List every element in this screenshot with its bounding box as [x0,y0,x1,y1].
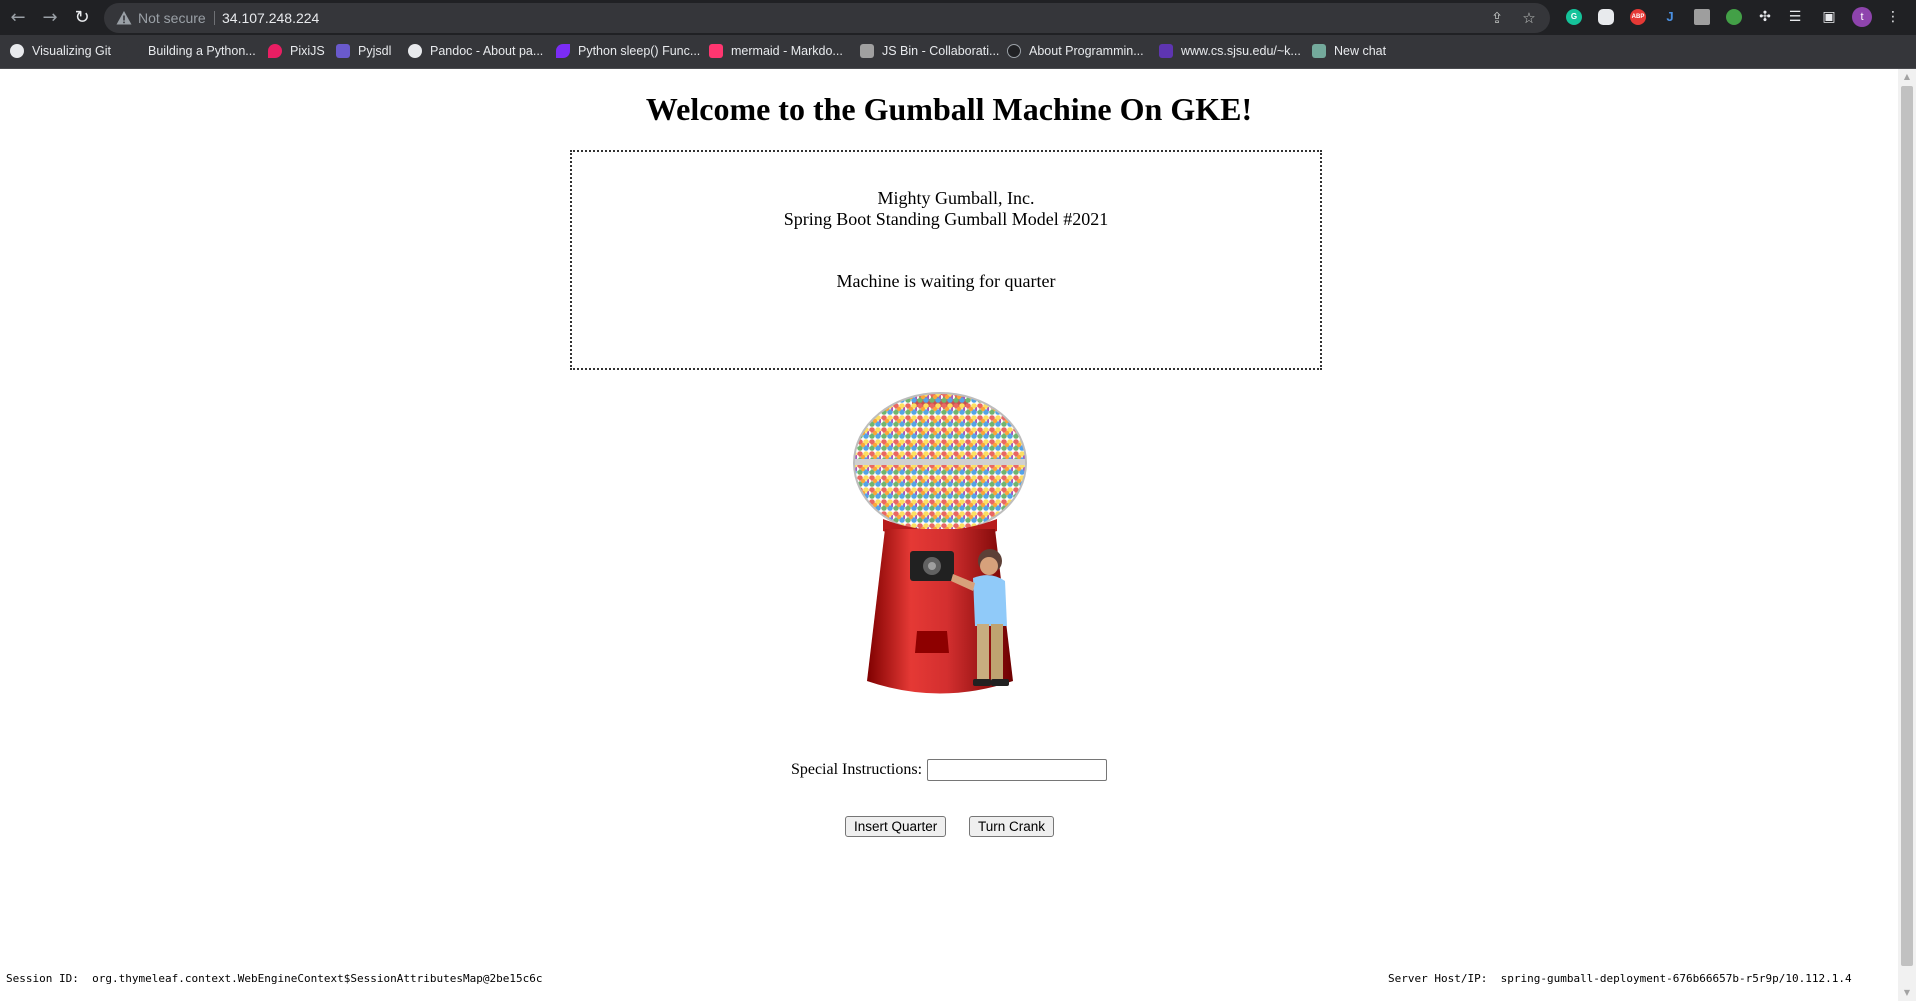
gray-extension-icon[interactable] [1694,9,1710,25]
j-extension-icon[interactable]: J [1662,9,1678,25]
bookmark-sjsu[interactable]: www.cs.sjsu.edu/~k... [1159,42,1301,60]
star-icon[interactable]: ☆ [1520,9,1538,27]
address-bar[interactable]: Not secure 34.107.248.224 ⇪ ☆ [104,3,1550,33]
bookmark-label: New chat [1334,44,1387,58]
bookmark-label: www.cs.sjsu.edu/~k... [1181,44,1301,58]
bookmarks-bar: Visualizing Git Building a Python... Pix… [0,35,1916,69]
page-icon [126,44,140,58]
page-title: Welcome to the Gumball Machine On GKE! [645,91,1253,127]
jsbin-icon [860,44,874,58]
session-id-value: org.thymeleaf.context.WebEngineContext$S… [92,972,543,985]
reload-icon[interactable]: ↻ [70,6,94,30]
scroll-down-arrow-icon[interactable]: ▼ [1898,985,1916,1001]
forward-arrow-icon[interactable]: → [38,6,62,30]
page-content: Welcome to the Gumball Machine On GKE! M… [0,69,1898,1001]
mermaid-icon [709,44,723,58]
puzzle-extensions-icon[interactable]: ✣ [1756,8,1774,26]
github-icon [408,44,422,58]
chat-icon [1312,44,1326,58]
share-icon[interactable]: ⇪ [1488,9,1506,27]
gumball-machine-image [853,392,1027,694]
bookmark-label: mermaid - Markdo... [731,44,843,58]
adblock-icon[interactable]: ABP [1630,9,1646,25]
ghost-icon[interactable] [1598,9,1614,25]
bookmark-label: JS Bin - Collaborati... [882,44,1000,58]
bookmark-label: Pandoc - About pa... [430,44,544,58]
scrollbar-thumb[interactable] [1901,86,1913,966]
browser-toolbar: ← → ↻ Not secure 34.107.248.224 ⇪ ☆ G AB… [0,0,1916,35]
bookmark-pixijs[interactable]: PixiJS [268,42,325,60]
bookmark-pandoc[interactable]: Pandoc - About pa... [408,42,543,60]
special-instructions-row: Special Instructions: [0,759,1898,781]
profile-avatar[interactable]: t [1852,7,1872,27]
reading-list-icon[interactable]: ☰ [1786,8,1804,26]
github-icon [10,44,24,58]
side-panel-icon[interactable]: ▣ [1820,8,1838,26]
bookmark-about-programming[interactable]: About Programmin... [1007,42,1144,60]
session-id-label: Session ID: [6,972,79,985]
scroll-up-arrow-icon[interactable]: ▲ [1898,69,1916,85]
bookmark-label: Building a Python... [148,44,256,58]
bookmark-label: About Programmin... [1029,44,1144,58]
bookmark-building-python[interactable]: Building a Python... [126,42,256,60]
server-host-label: Server Host/IP: [1388,972,1488,985]
pixijs-icon [268,44,282,58]
special-instructions-label: Special Instructions: [790,761,923,778]
message-box: Mighty Gumball, Inc. Spring Boot Standin… [570,150,1322,370]
bookmark-python-sleep[interactable]: Python sleep() Func... [556,42,700,60]
page-scrollbar[interactable]: ▲ ▼ [1898,69,1916,1001]
turn-crank-button[interactable]: Turn Crank [969,816,1055,837]
company-name: Mighty Gumball, Inc. [877,188,1035,208]
bookmark-label: Python sleep() Func... [578,44,701,58]
bookmark-label: Pyjsdl [358,44,392,58]
python-icon [556,44,570,58]
android-extension-icon[interactable] [1726,9,1742,25]
address-divider [214,11,215,25]
security-label[interactable]: Not secure [138,3,206,33]
grammarly-icon[interactable]: G [1566,9,1582,25]
globe-icon [1159,44,1173,58]
special-instructions-input[interactable] [927,759,1108,781]
gear-icon [1007,44,1021,58]
warning-icon [116,11,132,25]
menu-kebab-icon[interactable]: ⋮ [1884,8,1902,26]
url-text[interactable]: 34.107.248.224 [222,3,319,33]
bookmark-jsbin[interactable]: JS Bin - Collaborati... [860,42,999,60]
server-host-value: spring-gumball-deployment-676b66657b-r5r… [1500,972,1852,985]
model-name: Spring Boot Standing Gumball Model #2021 [783,209,1109,229]
bookmark-label: Visualizing Git [32,44,111,58]
bookmark-pyjsdl[interactable]: Pyjsdl [336,42,391,60]
insert-quarter-button[interactable]: Insert Quarter [845,816,947,837]
bookmark-new-chat[interactable]: New chat [1312,42,1386,60]
server-info: Server Host/IP: spring-gumball-deploymen… [1388,972,1852,985]
bookmark-mermaid[interactable]: mermaid - Markdo... [709,42,843,60]
bookmark-visualizing-git[interactable]: Visualizing Git [10,42,111,60]
pyjsdl-icon [336,44,350,58]
machine-status: Machine is waiting for quarter [836,271,1056,291]
bookmark-label: PixiJS [290,44,325,58]
session-info: Session ID: org.thymeleaf.context.WebEng… [6,972,542,985]
back-arrow-icon[interactable]: ← [6,6,30,30]
